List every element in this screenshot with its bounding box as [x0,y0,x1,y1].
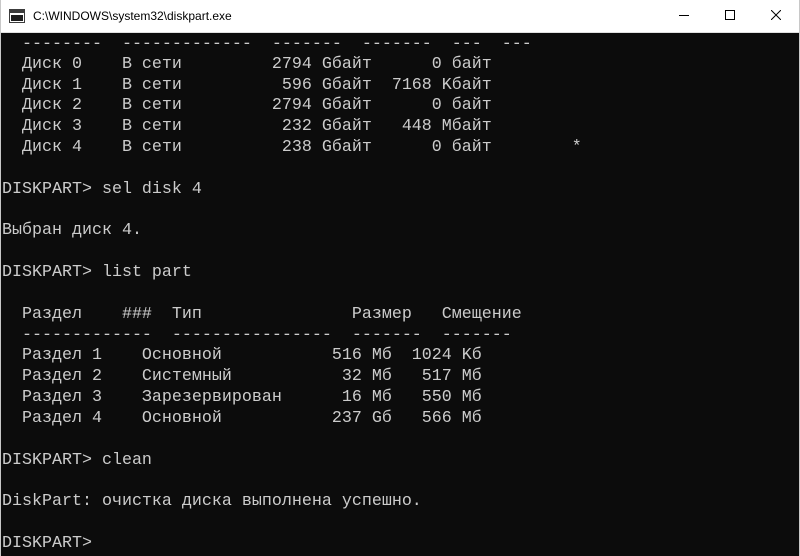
console-line: Раздел 2 Системный 32 Mб 517 Mб [2,367,482,386]
console-line: Раздел 4 Основной 237 Gб 566 Mб [2,409,482,428]
console-line: Диск 2 В сети 2794 Gбайт 0 байт [2,96,492,115]
minimize-button[interactable] [661,0,707,32]
minimize-icon [679,7,689,25]
console-line: DiskPart: очистка диска выполнена успешн… [2,492,422,511]
title-bar[interactable]: C:\WINDOWS\system32\diskpart.exe [1,0,799,33]
maximize-icon [725,7,735,25]
console-line: Диск 4 В сети 238 Gбайт 0 байт * [2,138,582,157]
console-line: Раздел 1 Основной 516 Mб 1024 Kб [2,346,482,365]
console-line: DISKPART> sel disk 4 [2,180,202,199]
console-line: ------------- ---------------- ------- -… [2,326,512,345]
console-line: Диск 3 В сети 232 Gбайт 448 Mбайт [2,117,492,136]
console-line: -------- ------------- ------- ------- -… [2,35,532,54]
console-prompt[interactable]: DISKPART> [2,534,92,554]
close-button[interactable] [753,0,799,32]
console-line: Выбран диск 4. [2,221,142,240]
console-line: Диск 0 В сети 2794 Gбайт 0 байт [2,55,492,74]
console-line: DISKPART> clean [2,451,152,470]
window-title: C:\WINDOWS\system32\diskpart.exe [33,9,232,23]
console-line: DISKPART> list part [2,263,192,282]
maximize-button[interactable] [707,0,753,32]
console-output[interactable]: -------- ------------- ------- ------- -… [1,35,799,556]
console-line: Диск 1 В сети 596 Gбайт 7168 Kбайт [2,76,492,95]
console-window: C:\WINDOWS\system32\diskpart.exe -------… [0,0,800,556]
console-line: Раздел ### Тип Размер Смещение [2,305,522,324]
console-icon [9,9,25,23]
console-line: Раздел 3 Зарезервирован 16 Mб 550 Mб [2,388,482,407]
close-icon [770,7,782,25]
